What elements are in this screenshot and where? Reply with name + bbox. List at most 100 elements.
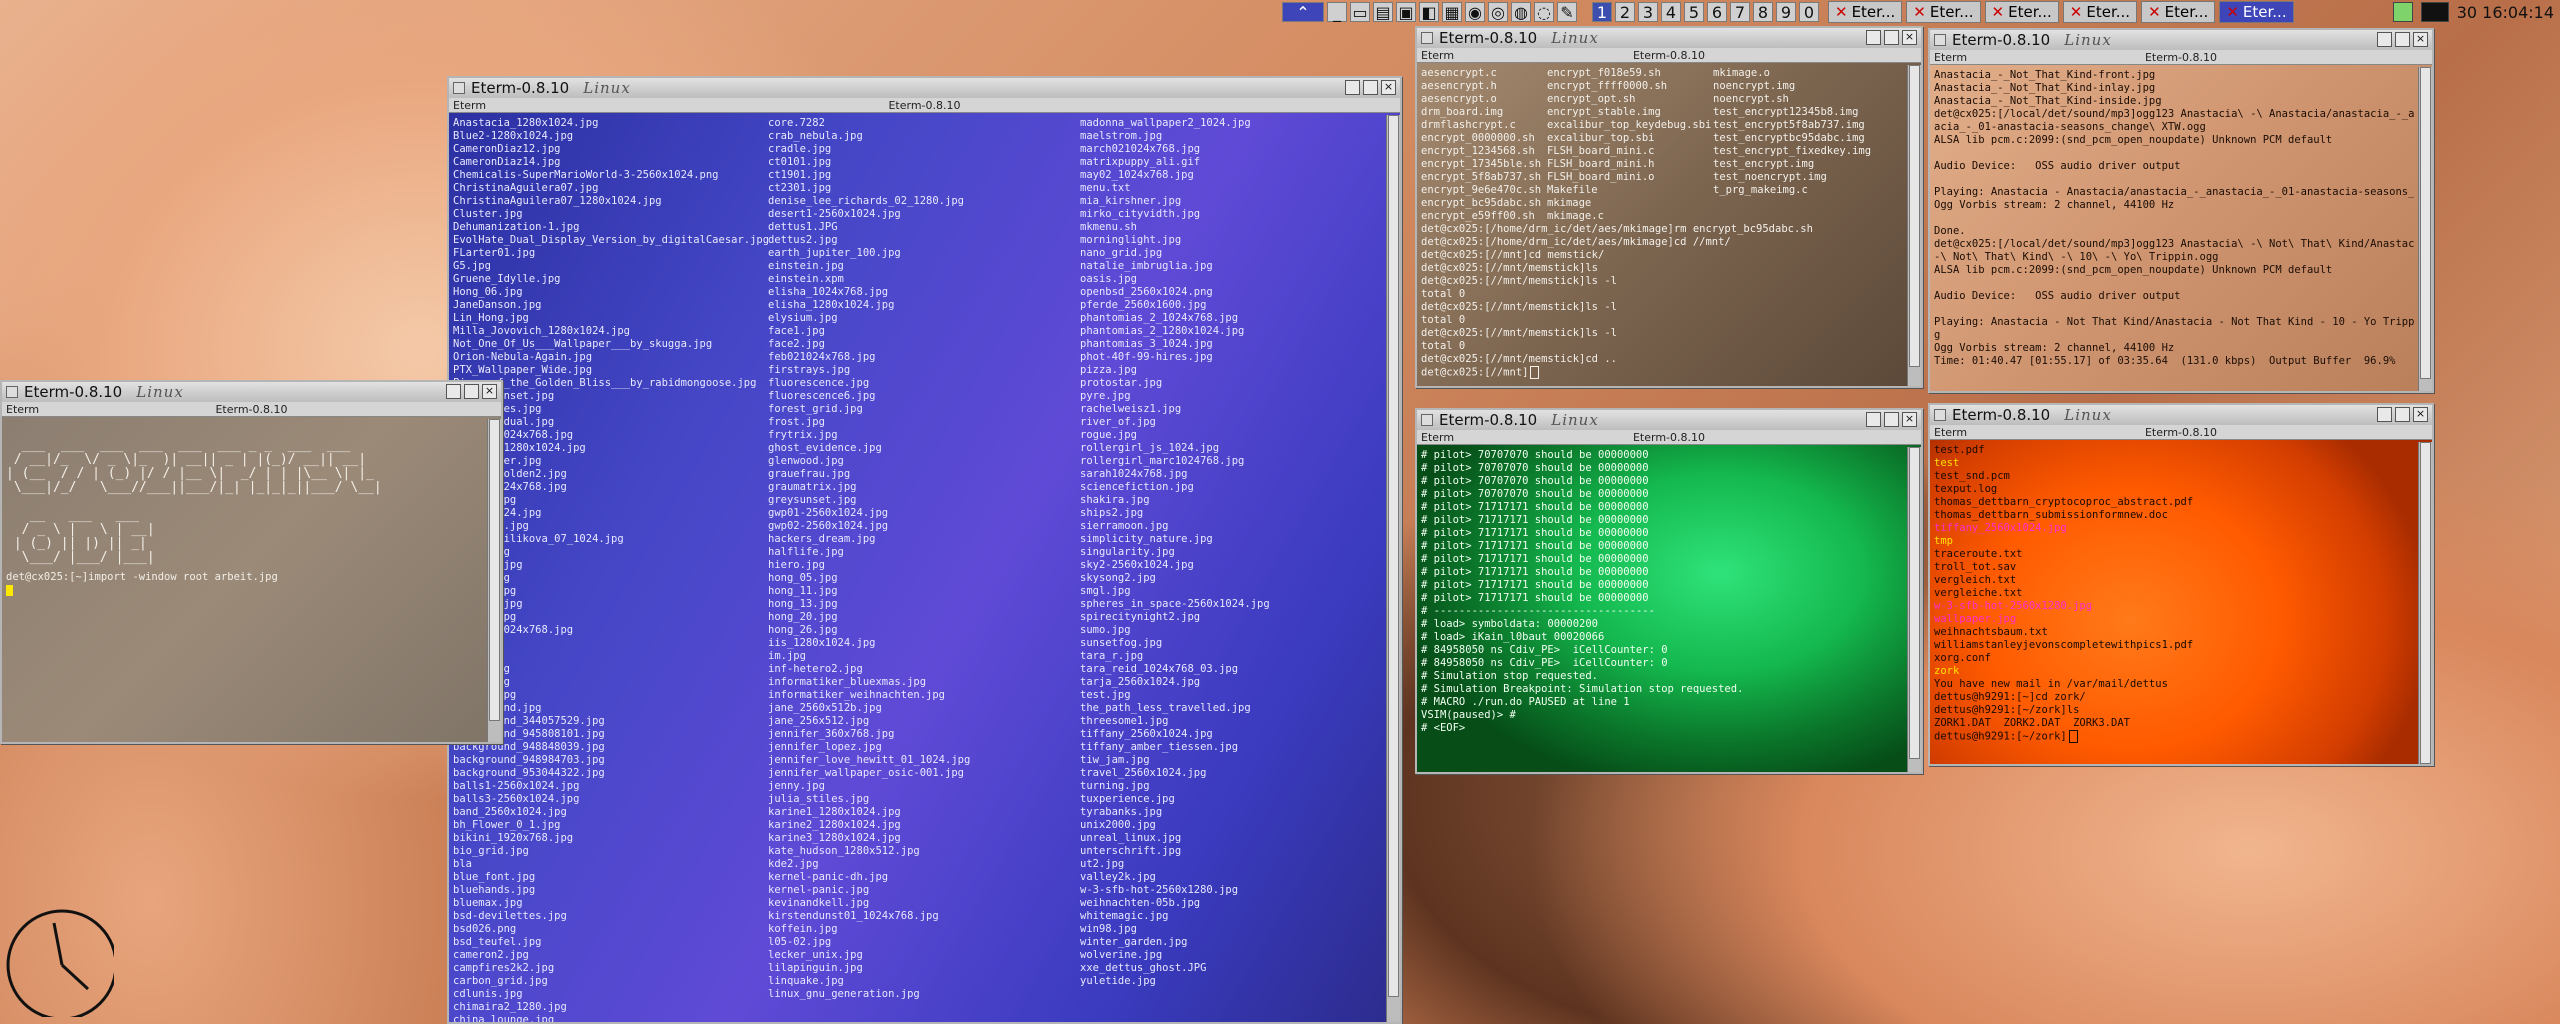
menu-eterm[interactable]: Eterm bbox=[6, 403, 39, 416]
scrollbar[interactable] bbox=[1907, 65, 1921, 386]
terminal-output[interactable]: Anastacia_1280x1024.jpg Blue2-1280x1024.j… bbox=[449, 115, 1386, 1022]
launcher-icon[interactable]: ✎ bbox=[1557, 2, 1577, 22]
terminal-output[interactable]: aesencrypt.c aesencrypt.h aesencrypt.o drm_… bbox=[1417, 65, 1907, 386]
eterm-window-ogg123[interactable]: Eterm-0.8.10 Linux × Eterm Eterm-0.8.10 … bbox=[1928, 28, 2434, 393]
maximize-button[interactable] bbox=[464, 384, 479, 399]
maximize-button[interactable] bbox=[1363, 80, 1378, 95]
window-list-button[interactable]: ▭ bbox=[1350, 2, 1370, 22]
file-entry: G5.jpg bbox=[453, 260, 491, 272]
eterm-window-zork[interactable]: Eterm-0.8.10 Linux × Eterm Eterm-0.8.10 … bbox=[1928, 403, 2434, 766]
desktop-button[interactable]: 9 bbox=[1776, 2, 1796, 22]
window-menu-icon[interactable] bbox=[1421, 414, 1433, 426]
menu-eterm[interactable]: Eterm bbox=[1934, 426, 1967, 439]
close-button[interactable]: × bbox=[1902, 30, 1917, 45]
desktop-button[interactable]: 1 bbox=[1592, 2, 1612, 22]
taskbar-button[interactable]: ✕ Eter... bbox=[2141, 1, 2216, 23]
maximize-button[interactable] bbox=[2395, 407, 2410, 422]
desktop-button[interactable]: 3 bbox=[1638, 2, 1658, 22]
menu-eterm[interactable]: Eterm bbox=[1934, 51, 1967, 64]
terminal-output[interactable]: ___ ___ ___ ___ ___ ___ _ _ ___ ___ / __… bbox=[2, 419, 487, 742]
desktop-button[interactable]: 0 bbox=[1799, 2, 1819, 22]
minimize-button[interactable] bbox=[446, 384, 461, 399]
scrollbar[interactable] bbox=[487, 419, 501, 742]
desktop-button[interactable]: 7 bbox=[1730, 2, 1750, 22]
file-entry: rachelweisz1.jpg bbox=[1080, 403, 1182, 415]
titlebar[interactable]: Eterm-0.8.10 Linux × bbox=[1417, 410, 1921, 430]
terminal-line: g bbox=[1934, 329, 1941, 341]
close-button[interactable]: × bbox=[2413, 407, 2428, 422]
scrollbar-thumb[interactable] bbox=[1909, 447, 1920, 759]
window-menu-icon[interactable] bbox=[1934, 409, 1946, 421]
titlebar[interactable]: Eterm-0.8.10 Linux × bbox=[1417, 28, 1921, 48]
file-entry: aesencrypt.h bbox=[1421, 80, 1497, 92]
minimize-button[interactable] bbox=[1866, 412, 1881, 427]
scrollbar[interactable] bbox=[2418, 442, 2432, 764]
maximize-button[interactable] bbox=[1884, 30, 1899, 45]
minimize-button[interactable] bbox=[2377, 407, 2392, 422]
window-menu-icon[interactable] bbox=[1421, 32, 1433, 44]
taskbar-button[interactable]: ✕ Eter... bbox=[2062, 1, 2138, 23]
scrollbar-thumb[interactable] bbox=[1388, 115, 1399, 997]
eterm-window-files[interactable]: Eterm-0.8.10 Linux × Eterm Eterm-0.8.10 … bbox=[447, 76, 1402, 1024]
close-button[interactable]: × bbox=[1902, 412, 1917, 427]
launcher-icon[interactable]: ◉ bbox=[1465, 2, 1485, 22]
desktop-button[interactable]: 8 bbox=[1753, 2, 1773, 22]
minimize-all-button[interactable]: _ bbox=[1327, 2, 1347, 22]
launcher-icon[interactable]: ▤ bbox=[1373, 2, 1393, 22]
window-menu-icon[interactable] bbox=[1934, 34, 1946, 46]
menu-eterm[interactable]: Eterm bbox=[1421, 49, 1454, 62]
minimize-button[interactable] bbox=[1866, 30, 1881, 45]
terminal-output[interactable]: # pilot> 70707070 should be 00000000 # pi… bbox=[1417, 447, 1907, 772]
taskbar-button[interactable]: ✕ Eter... bbox=[1984, 1, 2059, 23]
eterm-window-import[interactable]: Eterm-0.8.10 Linux × Eterm Eterm-0.8.10 … bbox=[0, 380, 503, 744]
scrollbar-thumb[interactable] bbox=[489, 419, 500, 721]
taskbar-button[interactable]: ✕ Eter... bbox=[2219, 1, 2294, 23]
terminal-output[interactable]: test.pdf test test_snd.pcm texput.log thomas… bbox=[1930, 442, 2418, 764]
launcher-icon[interactable]: ▣ bbox=[1396, 2, 1416, 22]
close-button[interactable]: × bbox=[482, 384, 497, 399]
titlebar[interactable]: Eterm-0.8.10 Linux × bbox=[449, 78, 1400, 98]
menu-arrow-button[interactable]: ⌃ bbox=[1282, 2, 1324, 22]
launcher-icon[interactable]: ◌ bbox=[1534, 2, 1554, 22]
minimize-button[interactable] bbox=[2377, 32, 2392, 47]
desktop-button[interactable]: 4 bbox=[1661, 2, 1681, 22]
eterm-window-vsim[interactable]: Eterm-0.8.10 Linux × Eterm Eterm-0.8.10 … bbox=[1415, 408, 1923, 774]
titlebar[interactable]: Eterm-0.8.10 Linux × bbox=[1930, 30, 2432, 50]
launcher-icon[interactable]: ◍ bbox=[1511, 2, 1531, 22]
menu-eterm[interactable]: Eterm bbox=[453, 99, 486, 112]
file-entry: Anastacia_1280x1024.jpg bbox=[453, 117, 599, 129]
taskbar-button[interactable]: ✕ Eter... bbox=[1828, 1, 1903, 23]
taskbar-button[interactable]: ✕ Eter... bbox=[1906, 1, 1981, 23]
close-button[interactable]: × bbox=[2413, 32, 2428, 47]
maximize-button[interactable] bbox=[1884, 412, 1899, 427]
scrollbar-thumb[interactable] bbox=[2420, 67, 2431, 379]
scrollbar-thumb[interactable] bbox=[2420, 442, 2431, 764]
logo-text: Linux bbox=[136, 383, 184, 401]
eterm-window-mkimage[interactable]: Eterm-0.8.10 Linux × Eterm Eterm-0.8.10 … bbox=[1415, 26, 1923, 388]
launcher-icon[interactable]: ◧ bbox=[1419, 2, 1439, 22]
terminal-output[interactable]: Anastacia_-_Not_That_Kind-front.jpg Anast… bbox=[1930, 67, 2418, 391]
window-menu-icon[interactable] bbox=[6, 386, 18, 398]
scrollbar[interactable] bbox=[1907, 447, 1921, 772]
scrollbar[interactable] bbox=[2418, 67, 2432, 391]
desktop-button[interactable]: 5 bbox=[1684, 2, 1704, 22]
file-entry: hong_05.jpg bbox=[768, 572, 838, 584]
menu-eterm[interactable]: Eterm bbox=[1421, 431, 1454, 444]
desktop-button[interactable]: 6 bbox=[1707, 2, 1727, 22]
launcher-icon[interactable]: ◎ bbox=[1488, 2, 1508, 22]
file-entry: elisha_1280x1024.jpg bbox=[768, 299, 895, 311]
window-menu-icon[interactable] bbox=[453, 82, 465, 94]
file-entry: excalibur_top_keydebug.sbi bbox=[1547, 119, 1712, 131]
titlebar[interactable]: Eterm-0.8.10 Linux × bbox=[1930, 405, 2432, 425]
close-button[interactable]: × bbox=[1381, 80, 1396, 95]
terminal-line: # Simulation Breakpoint: Simulation stop… bbox=[1421, 683, 1744, 695]
scrollbar-thumb[interactable] bbox=[1909, 65, 1920, 367]
titlebar[interactable]: Eterm-0.8.10 Linux × bbox=[2, 382, 501, 402]
desktop-button[interactable]: 2 bbox=[1615, 2, 1635, 22]
minimize-button[interactable] bbox=[1345, 80, 1360, 95]
scrollbar[interactable] bbox=[1386, 115, 1400, 1022]
maximize-button[interactable] bbox=[2395, 32, 2410, 47]
file-entry: Cluster.jpg bbox=[453, 208, 523, 220]
launcher-icon[interactable]: ▦ bbox=[1442, 2, 1462, 22]
